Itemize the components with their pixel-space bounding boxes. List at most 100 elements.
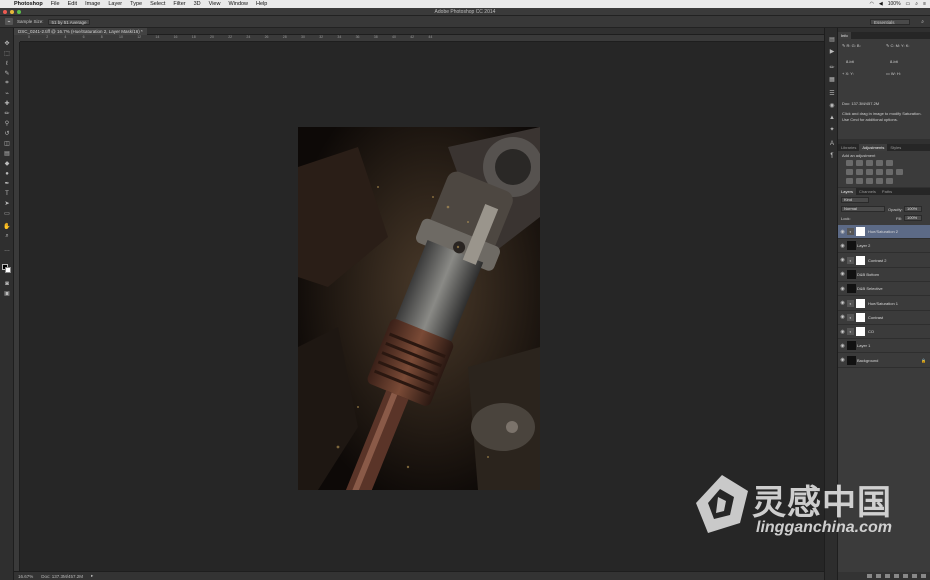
menu-3d[interactable]: 3D [194, 1, 201, 7]
layer-row[interactable]: ◉ ◐ Contrast [838, 311, 930, 325]
tab-libraries[interactable]: Libraries [838, 144, 859, 151]
more-tools-icon[interactable]: … [3, 246, 11, 253]
layer-thumbnail[interactable] [847, 241, 856, 251]
pen-tool-icon[interactable]: ✒ [3, 180, 11, 187]
marquee-tool-icon[interactable]: ⬚ [3, 50, 11, 57]
new-group-icon[interactable] [903, 574, 908, 578]
layer-mask-thumbnail[interactable] [856, 312, 865, 322]
shape-tool-icon[interactable]: ▭ [3, 210, 11, 217]
brush-panel-icon[interactable]: ✏ [828, 64, 836, 71]
properties-panel-icon[interactable]: ☰ [828, 90, 836, 97]
search-icon[interactable]: ⌕ [921, 19, 924, 25]
hand-tool-icon[interactable]: ✋ [3, 223, 11, 230]
wifi-icon[interactable]: ◠ [870, 1, 874, 7]
layer-row[interactable]: ◉ D&B Selective [838, 282, 930, 297]
layer-row[interactable]: ◉ ◐ Hue/Saturation 1 [838, 297, 930, 311]
visibility-eye-icon[interactable]: ◉ [838, 343, 847, 349]
color-lookup-icon[interactable] [896, 169, 903, 175]
tab-channels[interactable]: Channels [856, 188, 879, 195]
screen-mode-icon[interactable]: ▣ [3, 290, 11, 297]
layer-mask-thumbnail[interactable] [856, 255, 865, 265]
gradient-tool-icon[interactable]: ▤ [3, 150, 11, 157]
menu-filter[interactable]: Filter [173, 1, 185, 7]
layer-row[interactable]: ◉ Layer 1 [838, 339, 930, 354]
eyedropper-tool-preset-icon[interactable]: ⌁ [5, 18, 13, 25]
hue-saturation-icon[interactable] [846, 169, 853, 175]
clone-stamp-tool-icon[interactable]: ⚲ [3, 120, 11, 127]
layer-row[interactable]: ◉ Layer 2 [838, 239, 930, 254]
selective-color-icon[interactable] [886, 178, 893, 184]
layer-row[interactable]: ◉ Background 🔒 [838, 354, 930, 368]
link-layers-icon[interactable] [867, 574, 872, 578]
type-tool-icon[interactable]: T [3, 190, 11, 197]
menu-layer[interactable]: Layer [108, 1, 122, 7]
layer-thumbnail[interactable] [847, 269, 856, 279]
layer-mask-thumbnail[interactable] [856, 327, 865, 337]
black-white-icon[interactable] [866, 169, 873, 175]
levels-icon[interactable] [856, 160, 863, 166]
quick-mask-icon[interactable]: ◙ [3, 280, 11, 287]
visibility-eye-icon[interactable]: ◉ [838, 314, 847, 320]
menu-select[interactable]: Select [150, 1, 165, 7]
opacity-input[interactable]: 100% [904, 206, 922, 212]
color-balance-icon[interactable] [856, 169, 863, 175]
navigator-panel-icon[interactable]: ◉ [828, 102, 836, 109]
visibility-eye-icon[interactable]: ◉ [838, 300, 847, 306]
lasso-tool-icon[interactable]: ℓ [3, 60, 11, 67]
visibility-eye-icon[interactable]: ◉ [838, 286, 847, 292]
exposure-icon[interactable] [876, 160, 883, 166]
visibility-eye-icon[interactable]: ◉ [838, 229, 847, 235]
gradient-map-icon[interactable] [876, 178, 883, 184]
quick-select-tool-icon[interactable]: ✎ [3, 70, 11, 77]
horizontal-ruler[interactable]: 0 2 4 6 8 10 12 14 16 18 20 22 24 26 28 30 32 34 36 38 40 42 4… [20, 35, 824, 42]
new-adjustment-icon[interactable] [894, 574, 899, 578]
visibility-eye-icon[interactable]: ◉ [838, 357, 847, 363]
menu-help[interactable]: Help [256, 1, 267, 7]
menu-edit[interactable]: Edit [68, 1, 77, 7]
brush-tool-icon[interactable]: ✏ [3, 110, 11, 117]
invert-icon[interactable] [846, 178, 853, 184]
histogram-panel-icon[interactable]: ▲ [828, 114, 836, 121]
character-panel-icon[interactable]: A [828, 140, 836, 147]
tool-presets-icon[interactable]: ✦ [828, 126, 836, 133]
layer-thumbnail[interactable] [847, 355, 856, 365]
channel-mixer-icon[interactable] [886, 169, 893, 175]
history-brush-tool-icon[interactable]: ↺ [3, 130, 11, 137]
layer-style-icon[interactable] [876, 574, 881, 578]
zoom-tool-icon[interactable]: ⌕ [3, 233, 11, 240]
brightness-contrast-icon[interactable] [846, 160, 853, 166]
layer-row[interactable]: ◉ D&B Bottom [838, 268, 930, 282]
actions-panel-icon[interactable]: ▶ [828, 48, 836, 55]
menu-type[interactable]: Type [130, 1, 142, 7]
layer-thumbnail[interactable] [847, 284, 856, 294]
layer-kind-filter[interactable]: Kind [841, 197, 869, 203]
vibrance-icon[interactable] [886, 160, 893, 166]
add-mask-icon[interactable] [885, 574, 890, 578]
status-arrow-icon[interactable]: ▸ [91, 573, 93, 579]
tab-adjustments[interactable]: Adjustments [859, 144, 888, 151]
curves-icon[interactable] [866, 160, 873, 166]
fill-input[interactable]: 100% [904, 215, 922, 221]
layer-mask-thumbnail[interactable] [856, 298, 865, 308]
document-image[interactable] [298, 127, 540, 490]
volume-icon[interactable]: ◀ [879, 1, 883, 7]
move-tool-icon[interactable]: ✥ [3, 40, 11, 47]
tab-info[interactable]: Info [838, 32, 851, 39]
history-panel-icon[interactable]: ▤ [828, 36, 836, 43]
document-tab[interactable]: DSC_0241-2.tiff @ 16.7% (Hue/Saturation … [14, 28, 147, 35]
layer-mask-thumbnail[interactable] [856, 227, 865, 236]
tab-paths[interactable]: Paths [879, 188, 895, 195]
swatches-panel-icon[interactable]: ▦ [828, 76, 836, 83]
delete-layer-icon[interactable] [921, 574, 926, 578]
visibility-eye-icon[interactable]: ◉ [838, 243, 847, 249]
eyedropper-tool-icon[interactable]: ⌁ [3, 90, 11, 97]
path-select-tool-icon[interactable]: ➤ [3, 200, 11, 207]
photo-filter-icon[interactable] [876, 169, 883, 175]
tab-layers[interactable]: Layers [838, 188, 857, 195]
zoom-level[interactable]: 16.67% [18, 574, 33, 579]
visibility-eye-icon[interactable]: ◉ [838, 271, 847, 277]
menu-image[interactable]: Image [85, 1, 100, 7]
threshold-icon[interactable] [866, 178, 873, 184]
visibility-eye-icon[interactable]: ◉ [838, 329, 847, 335]
blend-mode-select[interactable]: Normal [841, 206, 885, 212]
